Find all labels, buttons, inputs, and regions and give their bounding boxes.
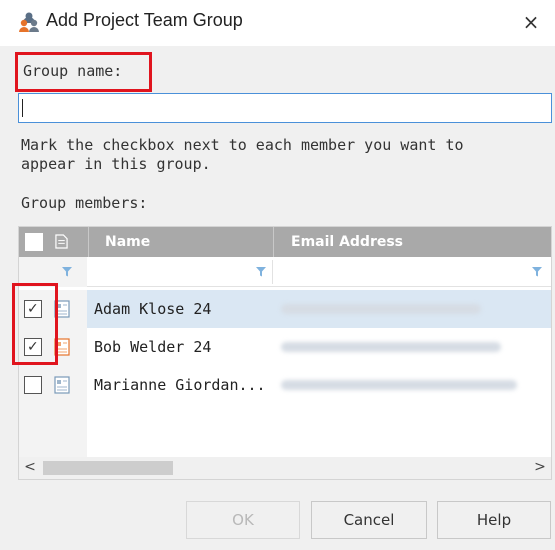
ok-button[interactable]: OK: [186, 501, 300, 539]
instructions-line-2: appear in this group.: [21, 155, 211, 173]
filter-icon[interactable]: [255, 266, 267, 278]
email-redacted: [281, 380, 517, 390]
email-redacted: [281, 304, 481, 314]
cancel-button[interactable]: Cancel: [311, 501, 427, 539]
table-row[interactable]: Marianne Giordan...: [19, 366, 551, 404]
contact-card-icon: [54, 376, 70, 394]
dialog-title: Add Project Team Group: [46, 10, 243, 30]
grid-header: Name Email Address: [19, 227, 551, 257]
email-filter-cell[interactable]: [275, 260, 551, 284]
instructions-line-1: Mark the checkbox next to each member yo…: [21, 136, 464, 154]
scrollbar-thumb[interactable]: [43, 461, 173, 475]
scroll-right-icon[interactable]: >: [531, 459, 549, 475]
scroll-left-icon[interactable]: <: [21, 459, 39, 475]
column-header-name[interactable]: Name: [91, 227, 271, 257]
document-column-icon: [55, 234, 68, 249]
member-name: Adam Klose 24: [94, 300, 212, 318]
filter-row: [19, 257, 551, 287]
header-separator: [88, 227, 89, 257]
team-group-icon: [19, 12, 39, 32]
members-grid: Name Email Address ✓ Adam Klose 24 ✓ Bob…: [18, 226, 552, 480]
select-all-checkbox[interactable]: [25, 233, 43, 251]
member-name: Bob Welder 24: [94, 338, 212, 356]
email-redacted: [281, 342, 501, 352]
column-header-email[interactable]: Email Address: [277, 227, 547, 257]
header-separator: [273, 227, 274, 257]
text-caret: [22, 99, 23, 117]
member-name: Marianne Giordan...: [94, 376, 266, 394]
title-bar: Add Project Team Group ×: [0, 0, 555, 46]
member-checkbox[interactable]: [24, 376, 42, 394]
table-row[interactable]: ✓ Bob Welder 24: [19, 328, 551, 366]
checkbox-highlight: [12, 283, 58, 365]
name-filter-cell[interactable]: [89, 260, 273, 284]
add-project-team-group-dialog: Add Project Team Group × Group name: Mar…: [0, 0, 555, 550]
close-button[interactable]: ×: [517, 8, 545, 36]
filter-icon[interactable]: [61, 266, 73, 278]
filter-icon[interactable]: [531, 266, 543, 278]
check-column-filler: [19, 404, 87, 457]
horizontal-scrollbar[interactable]: < >: [19, 457, 551, 479]
table-row[interactable]: ✓ Adam Klose 24: [19, 290, 551, 328]
group-members-label: Group members:: [21, 194, 148, 212]
help-button[interactable]: Help: [437, 501, 551, 539]
group-name-label: Group name:: [23, 62, 123, 80]
group-name-input[interactable]: [18, 93, 552, 123]
